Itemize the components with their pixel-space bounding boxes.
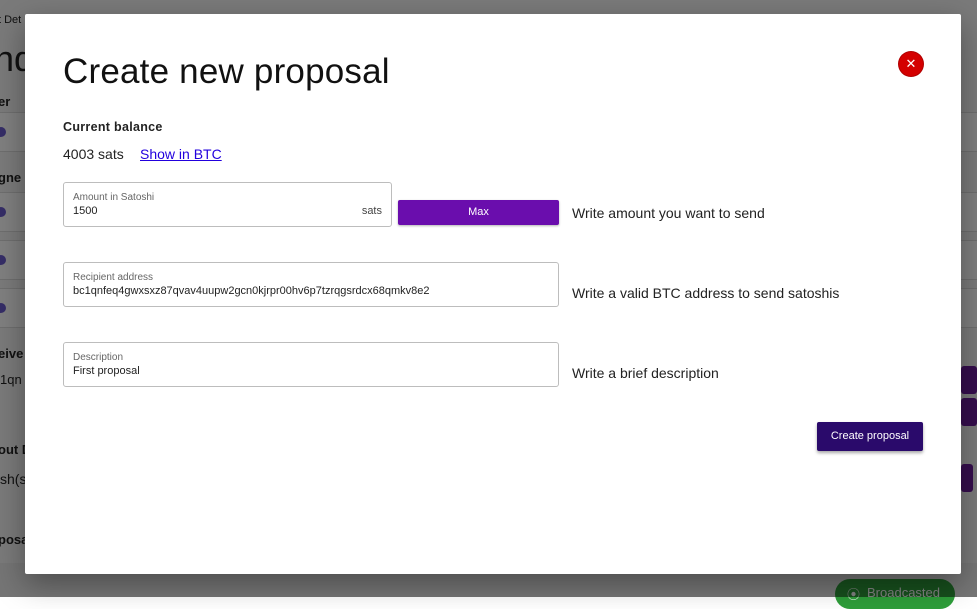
amount-hint: Write amount you want to send [572,205,765,221]
show-in-btc-link[interactable]: Show in BTC [140,146,222,162]
close-icon: ✕ [905,56,917,71]
amount-input[interactable] [73,205,382,217]
description-field[interactable]: Description [63,342,559,387]
create-proposal-button[interactable]: Create proposal [817,422,923,451]
close-button[interactable]: ✕ [899,52,923,76]
recipient-field-label: Recipient address [73,272,154,283]
recipient-input[interactable] [73,285,549,297]
amount-field[interactable]: Amount in Satoshi sats [63,182,392,227]
balance-label: Current balance [63,120,163,134]
description-hint: Write a brief description [572,365,719,381]
max-button[interactable]: Max [398,200,559,225]
amount-field-label: Amount in Satoshi [73,192,155,203]
description-input[interactable] [73,365,549,377]
recipient-field[interactable]: Recipient address [63,262,559,307]
dialog-title: Create new proposal [63,52,390,91]
recipient-hint: Write a valid BTC address to send satosh… [572,285,840,301]
balance-value: 4003 sats [63,146,124,162]
amount-unit-suffix: sats [361,205,382,217]
description-field-label: Description [73,352,124,363]
create-proposal-dialog: Create new proposal ✕ Current balance 40… [25,14,961,574]
